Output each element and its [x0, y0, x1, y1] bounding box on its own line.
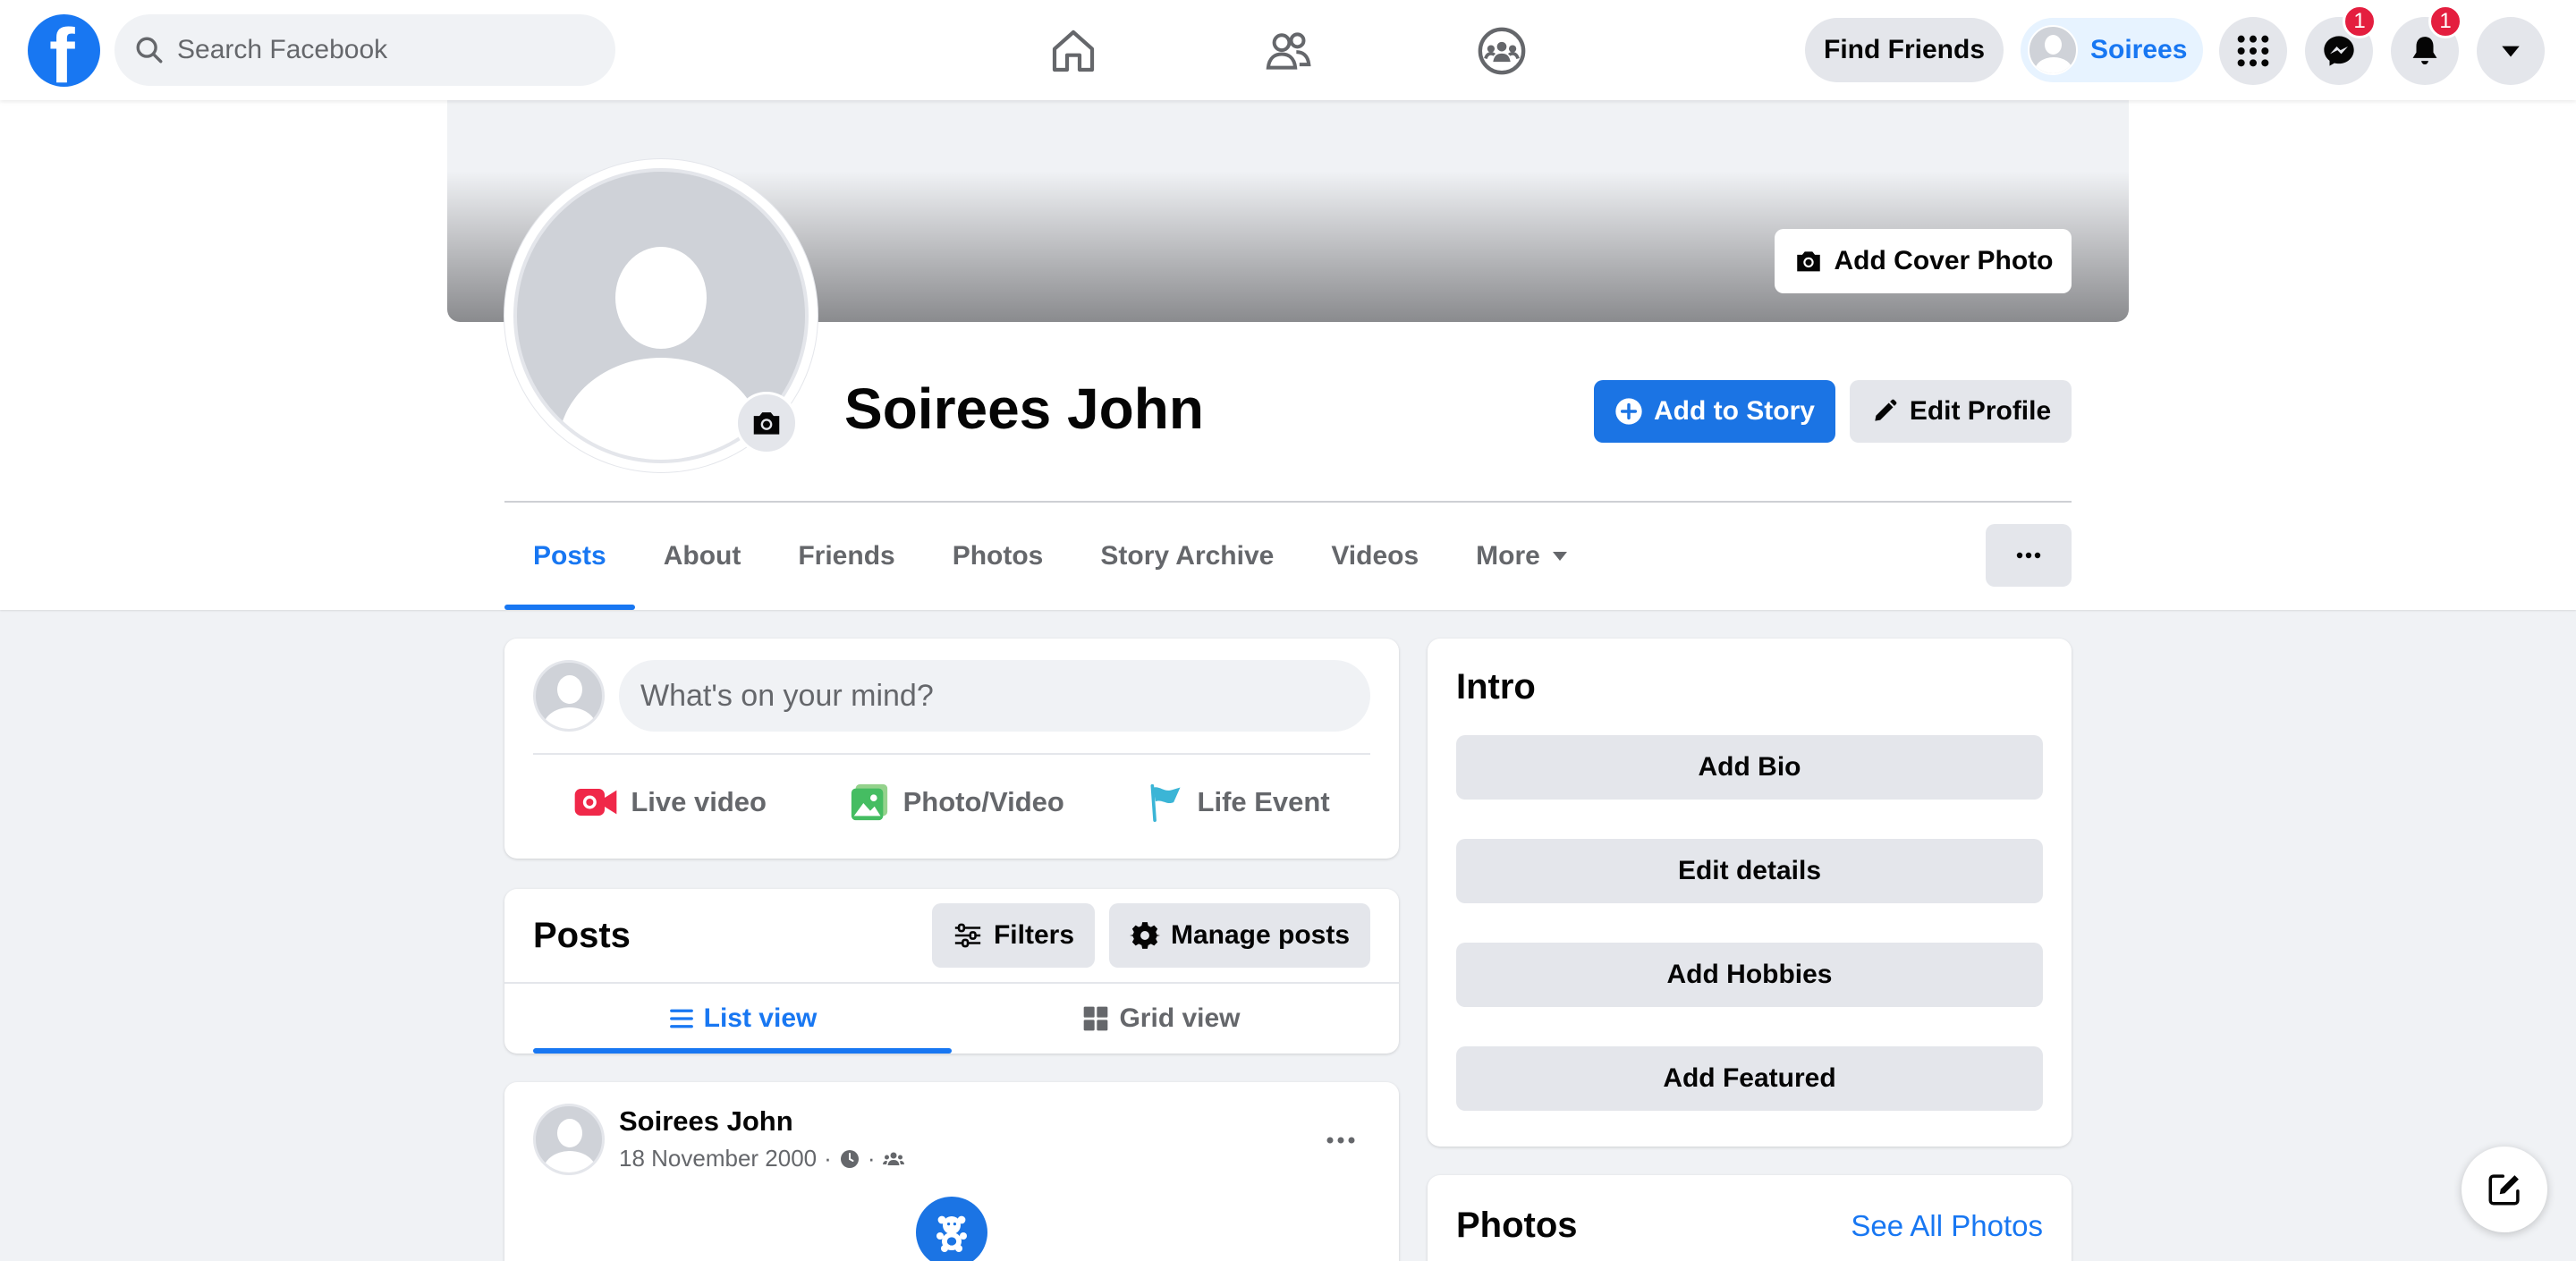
list-view-tab[interactable]: List view: [533, 984, 952, 1054]
add-featured-button[interactable]: Add Featured: [1456, 1046, 2043, 1111]
search-input[interactable]: [177, 35, 571, 65]
profile-options-button[interactable]: [1986, 524, 2072, 587]
photos-title: Photos: [1456, 1206, 1578, 1245]
separator-dot: ·: [867, 1145, 876, 1172]
compose-icon: [2488, 1174, 2520, 1206]
life-event-badge: [916, 1197, 987, 1261]
caret-down-icon: [1552, 552, 1567, 561]
friends-audience-icon: [883, 1152, 905, 1165]
tab-videos[interactable]: Videos: [1302, 503, 1447, 610]
profile-name: Soirees John: [844, 377, 1204, 441]
photos-panel: Photos See All Photos: [1428, 1175, 2072, 1261]
add-hobbies-button[interactable]: Add Hobbies: [1456, 943, 2043, 1007]
update-profile-picture-button[interactable]: [735, 392, 798, 454]
search-box[interactable]: [114, 14, 615, 86]
separator-dot: ·: [824, 1145, 832, 1172]
photo-video-label: Photo/Video: [902, 786, 1064, 817]
camera-icon: [1796, 251, 1820, 272]
menu-button[interactable]: [2219, 17, 2287, 85]
tab-friends[interactable]: Friends: [769, 503, 923, 610]
messenger-badge: 1: [2343, 4, 2377, 38]
post-date[interactable]: 18 November 2000: [619, 1145, 817, 1172]
manage-posts-label: Manage posts: [1170, 920, 1351, 950]
live-video-button[interactable]: Live video: [573, 784, 767, 820]
tab-more-label: More: [1476, 541, 1540, 571]
post: Soirees John 18 November 2000 · ·: [504, 1082, 1399, 1261]
manage-posts-button[interactable]: Manage posts: [1109, 903, 1370, 968]
messenger-icon: [2324, 36, 2354, 66]
tab-more[interactable]: More: [1447, 503, 1596, 610]
add-to-story-label: Add to Story: [1654, 396, 1815, 426]
profile-shortcut-button[interactable]: Soirees: [2021, 18, 2203, 82]
bell-icon: [2412, 37, 2437, 65]
filter-sliders-icon: [954, 923, 981, 948]
posts-title: Posts: [533, 916, 631, 955]
home-icon[interactable]: [1042, 20, 1105, 82]
life-event-label: Life Event: [1197, 786, 1330, 817]
add-to-story-button[interactable]: Add to Story: [1594, 380, 1835, 443]
messenger-button[interactable]: 1: [2305, 4, 2377, 85]
post-meta: 18 November 2000 · ·: [619, 1145, 905, 1172]
grid-view-label: Grid view: [1119, 1003, 1241, 1033]
intro-panel: Intro Add Bio Edit details Add Hobbies A…: [1428, 639, 2072, 1147]
new-message-button[interactable]: [2462, 1147, 2547, 1232]
caret-down-icon: [2502, 46, 2520, 57]
teddy-bear-icon: [936, 1215, 967, 1252]
profile-header: Add Cover Photo Soirees John Add to Stor…: [0, 100, 2576, 610]
add-bio-button[interactable]: Add Bio: [1456, 735, 2043, 800]
friends-icon[interactable]: [1257, 20, 1319, 82]
avatar: [533, 660, 605, 732]
edit-profile-label: Edit Profile: [1909, 396, 2052, 426]
tab-posts[interactable]: Posts: [504, 503, 635, 610]
list-view-label: List view: [703, 1003, 818, 1033]
notifications-button[interactable]: 1: [2391, 4, 2462, 85]
account-dropdown-button[interactable]: [2477, 17, 2545, 85]
post-author-link[interactable]: Soirees John: [619, 1105, 793, 1138]
avatar: [2028, 25, 2078, 75]
edit-profile-button[interactable]: Edit Profile: [1850, 380, 2072, 443]
list-icon: [669, 1009, 693, 1028]
whats-on-your-mind-input[interactable]: What's on your mind?: [619, 660, 1370, 732]
filters-label: Filters: [993, 920, 1075, 950]
live-video-icon: [574, 789, 617, 816]
gear-icon: [1129, 922, 1160, 949]
posts-panel: Posts Filters Manage posts List view Gri…: [504, 889, 1399, 1054]
find-friends-button[interactable]: Find Friends: [1805, 18, 2004, 82]
see-all-photos-link[interactable]: See All Photos: [1851, 1209, 2043, 1243]
tab-about[interactable]: About: [635, 503, 770, 610]
grid-menu-icon: [2237, 35, 2269, 67]
flag-icon: [1150, 783, 1181, 822]
tab-story-archive[interactable]: Story Archive: [1072, 503, 1302, 610]
avatar[interactable]: [533, 1104, 605, 1175]
composer-actions: Live video Photo/Video Life Event: [533, 764, 1370, 841]
photo-icon: [851, 783, 887, 821]
groups-icon[interactable]: [1470, 20, 1533, 82]
add-cover-photo-button[interactable]: Add Cover Photo: [1775, 229, 2072, 293]
clock-icon: [840, 1149, 859, 1168]
live-video-label: Live video: [631, 786, 767, 817]
post-options-button[interactable]: [1309, 1109, 1372, 1172]
filters-button[interactable]: Filters: [932, 903, 1095, 968]
post-composer: What's on your mind? Live video Photo/Vi…: [504, 639, 1399, 859]
edit-details-button[interactable]: Edit details: [1456, 839, 2043, 903]
camera-icon: [753, 412, 780, 435]
search-icon: [136, 37, 163, 63]
notifications-badge: 1: [2428, 4, 2462, 38]
photo-video-button[interactable]: Photo/Video: [848, 782, 1064, 823]
more-dots-icon: [1326, 1137, 1355, 1144]
profile-tabs: Posts About Friends Photos Story Archive…: [504, 503, 1596, 610]
intro-title: Intro: [1456, 667, 1536, 707]
plus-circle-icon: [1615, 398, 1642, 425]
more-dots-icon: [2016, 552, 2041, 559]
divider: [533, 753, 1370, 755]
grid-view-tab[interactable]: Grid view: [952, 984, 1370, 1054]
facebook-logo-icon[interactable]: f: [28, 14, 100, 95]
grid-icon: [1084, 1006, 1108, 1031]
profile-shortcut-label: Soirees: [2090, 35, 2188, 64]
life-event-button[interactable]: Life Event: [1146, 783, 1330, 822]
tab-photos[interactable]: Photos: [924, 503, 1072, 610]
add-cover-photo-label: Add Cover Photo: [1834, 246, 2054, 275]
top-navbar: f Find Friends Soirees 1 1: [0, 0, 2576, 100]
pencil-icon: [1875, 399, 1897, 421]
